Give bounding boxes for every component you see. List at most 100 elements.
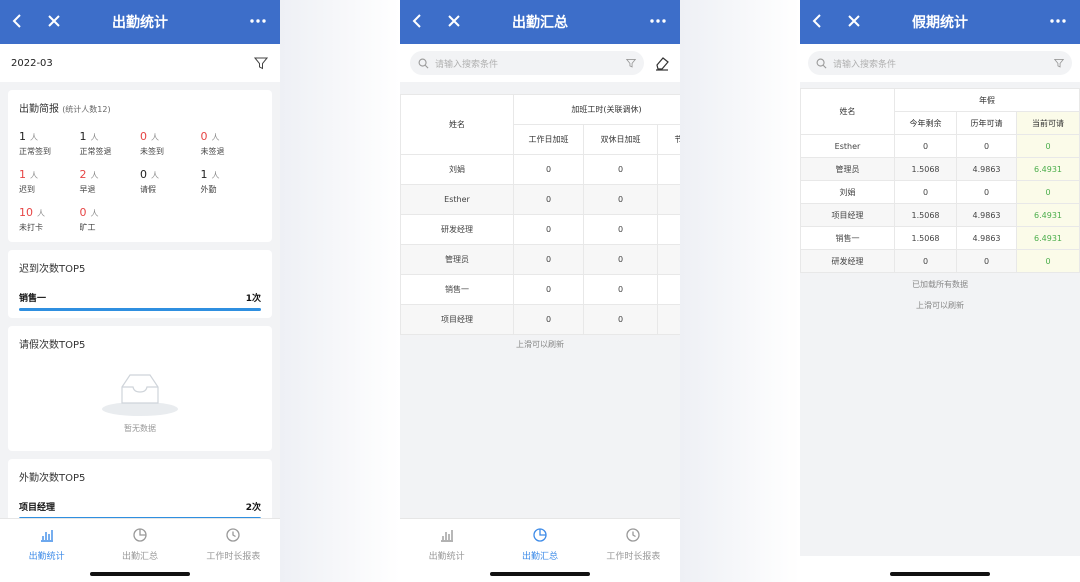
stat-item[interactable]: 1 人正常签到 — [19, 125, 80, 157]
stat-label: 迟到 — [19, 185, 35, 194]
table-row[interactable]: 刘娟 0 0 0 — [800, 180, 1080, 204]
table-row[interactable]: Esther 0 0 — [400, 184, 680, 215]
stat-label: 未签退 — [200, 147, 225, 156]
cell-holiday — [657, 304, 680, 335]
cell-holiday — [657, 214, 680, 245]
close-icon[interactable] — [844, 11, 864, 31]
cell-past-years: 4.9863 — [956, 157, 1017, 181]
stat-value: 1 — [19, 130, 26, 143]
close-icon[interactable] — [44, 11, 64, 31]
cell-remaining: 1.5068 — [894, 226, 957, 250]
cell-remaining: 0 — [894, 134, 957, 158]
cell-name: 管理员 — [400, 244, 514, 275]
filter-icon[interactable] — [254, 56, 268, 70]
stat-item[interactable]: 1 人外勤 — [201, 163, 262, 195]
stat-item[interactable]: 0 人未签退 — [201, 125, 262, 157]
cell-weekend: 0 — [583, 184, 658, 215]
stat-item[interactable]: 0 人未签到 — [140, 125, 201, 157]
late-top5-card: 迟到次数TOP5 销售一 1次 — [8, 250, 272, 318]
table-row[interactable]: 刘娟 0 0 — [400, 154, 680, 185]
stat-value: 1 — [79, 130, 87, 143]
table-row[interactable]: 研发经理 0 0 0 — [800, 249, 1080, 273]
summary-table: 姓名 加班工时(关联调休) 工作日加班 双休日加班 节 刘娟 0 0 Esther 0 0… — [400, 94, 680, 335]
stat-value: 0 — [140, 168, 147, 181]
nav-bar: 出勤汇总 — [400, 0, 680, 44]
col-weekend-overtime: 双休日加班 — [583, 124, 658, 155]
cell-name: Esther — [400, 184, 514, 215]
stat-label: 早退 — [79, 185, 96, 194]
back-icon[interactable] — [408, 11, 428, 31]
stat-unit: 人 — [151, 133, 159, 142]
eraser-icon[interactable] — [654, 55, 670, 71]
search-bar: 请输入搜索条件 — [800, 44, 1080, 82]
stat-unit: 人 — [30, 171, 38, 180]
more-icon[interactable] — [1048, 11, 1068, 31]
table-row[interactable]: 销售一 1.5068 4.9863 6.4931 — [800, 226, 1080, 250]
table-row[interactable]: 项目经理 1.5068 4.9863 6.4931 — [800, 203, 1080, 227]
cell-holiday — [657, 184, 680, 215]
all-loaded-text: 已加载所有数据 — [912, 280, 968, 289]
cell-weekend: 0 — [583, 304, 658, 335]
search-input[interactable]: 请输入搜索条件 — [410, 51, 644, 75]
tab-label: 出勤汇总 — [521, 552, 558, 562]
late-top5-row[interactable]: 销售一 1次 — [19, 291, 261, 304]
cell-weekday: 0 — [513, 214, 584, 245]
cell-remaining: 1.5068 — [894, 203, 957, 227]
search-input[interactable]: 请输入搜索条件 — [808, 51, 1072, 75]
home-indicator — [490, 572, 590, 576]
table-row[interactable]: 研发经理 0 0 — [400, 214, 680, 245]
late-top5-bar — [19, 308, 261, 311]
table-row[interactable]: Esther 0 0 0 — [800, 134, 1080, 158]
cell-weekend: 0 — [583, 244, 658, 275]
stat-item[interactable]: 0 人旷工 — [80, 201, 141, 233]
back-icon[interactable] — [808, 11, 828, 31]
col-past-years-available: 历年可请 — [956, 111, 1017, 135]
cell-past-years: 4.9863 — [956, 226, 1017, 250]
refresh-hint: 上滑可以刷新 — [516, 340, 564, 349]
more-icon[interactable] — [648, 11, 668, 31]
table-row[interactable]: 销售一 0 0 — [400, 274, 680, 305]
stat-item[interactable]: 2 人早退 — [80, 163, 141, 195]
phone-attendance-summary: 出勤汇总 请输入搜索条件 姓名 加班工时(关联调休) 工作日加班 双休日加班 节… — [400, 0, 680, 582]
home-indicator — [90, 572, 190, 576]
col-name: 姓名 — [800, 88, 895, 135]
stat-item[interactable]: 1 人正常签退 — [80, 125, 141, 157]
stat-unit: 人 — [211, 171, 220, 180]
close-icon[interactable] — [444, 11, 464, 31]
clock-icon — [226, 528, 240, 542]
tab-work-hours-report[interactable]: 工作时长报表 — [187, 519, 280, 582]
stat-item[interactable]: 1 人迟到 — [19, 163, 80, 195]
stat-label: 未签到 — [140, 147, 164, 156]
phone-leave-stats: 假期统计 请输入搜索条件 姓名 年假 今年剩余 历年可请 当前可请 Esther… — [800, 0, 1080, 582]
filter-icon[interactable] — [626, 58, 636, 68]
tab-attendance-stats[interactable]: 出勤统计 — [0, 519, 93, 582]
cell-weekend: 0 — [583, 274, 658, 305]
stat-unit: 人 — [90, 133, 99, 142]
search-placeholder: 请输入搜索条件 — [435, 59, 499, 70]
stat-value: 2 — [79, 168, 87, 181]
stat-unit: 人 — [30, 133, 38, 142]
stat-item[interactable]: 0 人请假 — [140, 163, 201, 195]
month-selector[interactable]: 2022-03 — [11, 58, 53, 69]
summary-title: 出勤简报 (统计人数12) — [19, 100, 261, 115]
stat-item[interactable]: 10 人未打卡 — [19, 201, 80, 233]
more-icon[interactable] — [248, 11, 268, 31]
tab-work-hours-report[interactable]: 工作时长报表 — [587, 519, 680, 582]
stat-label: 未打卡 — [19, 223, 43, 232]
field-top5-row[interactable]: 项目经理 2次 — [19, 500, 261, 513]
leave-table: 姓名 年假 今年剩余 历年可请 当前可请 Esther 0 0 0 管理员 1.5068 4… — [800, 88, 1080, 273]
table-row[interactable]: 项目经理 0 0 — [400, 304, 680, 335]
cell-current: 6.4931 — [1016, 226, 1080, 250]
filter-icon[interactable] — [1054, 58, 1064, 68]
table-row[interactable]: 管理员 1.5068 4.9863 6.4931 — [800, 157, 1080, 181]
summary-card: 出勤简报 (统计人数12) 1 人正常签到 1 人正常签退 0 人未签到 0 人未签退 1 人迟到… — [8, 90, 272, 242]
bar-chart-icon — [440, 530, 453, 542]
field-top5-name: 项目经理 — [19, 503, 56, 513]
back-icon[interactable] — [8, 11, 28, 31]
tab-attendance-stats[interactable]: 出勤统计 — [400, 519, 493, 582]
table-row[interactable]: 管理员 0 0 — [400, 244, 680, 275]
empty-state: 暂无数据 — [19, 351, 261, 434]
search-icon — [816, 58, 827, 68]
tab-label: 工作时长报表 — [206, 552, 261, 562]
tab-label: 出勤汇总 — [121, 552, 158, 562]
